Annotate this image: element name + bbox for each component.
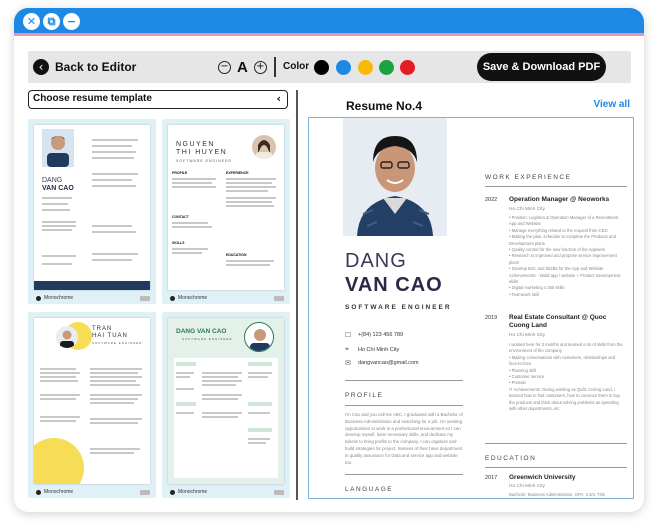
divider-line [485, 443, 627, 444]
divider-line [485, 186, 627, 187]
profile-text: I'm Cao and you call me ABC. I graduated… [345, 412, 463, 465]
back-to-editor-button[interactable]: ‹ Back to Editor [33, 58, 136, 76]
color-swatch-black[interactable] [314, 60, 329, 75]
edu-desc: Bachelor: Business Administration, GPA: … [509, 492, 605, 497]
copy-icon[interactable]: ⧉ [43, 13, 60, 30]
app-window: ✕ ⧉ − ‹ Back to Editor − A + Color Save … [14, 8, 644, 512]
template-footer-2: Monochrome [170, 295, 207, 301]
resume-left-column: DANG VAN CAO SOFTWARE ENGINEER ☐ +(84) 1… [309, 118, 474, 498]
profile-heading: PROFILE [345, 392, 384, 399]
zoom-out-icon[interactable]: − [218, 61, 231, 74]
template-card-2[interactable]: NGUYEN THI HUYEN SOFTWARE ENGINEER PROFI… [162, 119, 290, 304]
template-name-2: VAN CAO [42, 185, 74, 192]
job-title: Operation Manager @ Neoworks [509, 196, 610, 203]
template-footer-3: Monochrome [36, 489, 73, 495]
job-role: SOFTWARE ENGINEER [345, 304, 452, 311]
education-heading: EDUCATION [485, 455, 537, 462]
job-location: Ho Chi Minh City [509, 207, 545, 212]
job-bullets: I worked here for 3 months and learned a… [509, 342, 623, 412]
template-name-1: DANG [42, 177, 63, 184]
minimize-icon[interactable]: − [63, 13, 80, 30]
contact-location: ⌖ Ho Chi Minh City [345, 345, 400, 353]
job-bullets: • Position: Logistics & Operation Manage… [509, 215, 621, 297]
color-swatch-blue[interactable] [336, 60, 351, 75]
color-swatch-green[interactable] [379, 60, 394, 75]
chevron-left-icon[interactable]: ‹ [276, 91, 281, 107]
editor-toolbar: ‹ Back to Editor − A + Color Save & Down… [28, 51, 631, 83]
template-card-4[interactable]: DANG VAN CAO SOFTWARE ENGINEER Monochrom… [162, 312, 290, 498]
color-swatch-red[interactable] [400, 60, 415, 75]
close-icon[interactable]: ✕ [23, 13, 40, 30]
contact-email: ✉ dangvancao@gmail.com [345, 359, 419, 367]
divider-line [345, 380, 463, 381]
template-footer-1: Monochrome [36, 295, 73, 301]
template-card-3[interactable]: TRAN HAI TUAN SOFTWARE ENGINEER Monochro… [28, 312, 156, 498]
phone-icon: ☐ [345, 331, 352, 339]
template-preview-4: DANG VAN CAO SOFTWARE ENGINEER [168, 318, 284, 484]
edu-school: Greenwich University [509, 474, 576, 481]
resume-document: DANG VAN CAO SOFTWARE ENGINEER ☐ +(84) 1… [308, 117, 634, 499]
last-name: VAN CAO [345, 274, 443, 296]
divider-line [485, 467, 627, 468]
edu-year: 2017 [485, 475, 498, 481]
divider-line [345, 405, 463, 406]
choose-template-header[interactable]: Choose resume template ‹ [28, 90, 288, 109]
view-all-link[interactable]: View all [593, 99, 630, 110]
zoom-in-icon[interactable]: + [253, 61, 267, 74]
job-location: Ho Chi Minh City [509, 333, 545, 338]
resume-title: Resume No.4 [346, 99, 423, 113]
divider-line [345, 474, 463, 475]
zoom-controls: − A + [218, 59, 267, 76]
work-experience-heading: WORK EXPERIENCE [485, 174, 572, 181]
profile-photo [343, 118, 447, 236]
template-photo [42, 129, 74, 167]
job-year: 2019 [485, 315, 498, 321]
template-preview-2: NGUYEN THI HUYEN SOFTWARE ENGINEER PROFI… [168, 125, 284, 290]
edu-location: Ho Chi Minh City [509, 484, 545, 489]
title-bar: ✕ ⧉ − [14, 8, 644, 36]
template-card-1[interactable]: DANG VAN CAO Monochrome [28, 119, 156, 304]
job-title: Real Estate Consultant @ Quoc Cuong Land [509, 314, 607, 329]
font-size-icon: A [237, 59, 248, 76]
toolbar-separator [274, 57, 276, 77]
back-label: Back to Editor [55, 60, 137, 74]
template-panel: Choose resume template ‹ DANG VAN CAO Mo… [28, 90, 294, 500]
template-preview-3: TRAN HAI TUAN SOFTWARE ENGINEER [34, 318, 150, 484]
template-footer-4: Monochrome [170, 489, 207, 495]
color-swatch-yellow[interactable] [358, 60, 373, 75]
choose-template-label: Choose resume template [33, 93, 152, 104]
save-download-pdf-button[interactable]: Save & Download PDF [477, 53, 606, 81]
email-icon: ✉ [345, 359, 351, 367]
job-year: 2022 [485, 197, 498, 203]
location-icon: ⌖ [345, 345, 349, 353]
first-name: DANG [345, 250, 407, 272]
resume-preview-panel: Resume No.4 View all DANG VAN CAO SOFTWA… [306, 90, 636, 500]
language-heading: LANGUAGE [345, 486, 394, 493]
contact-phone: ☐ +(84) 123 456 789 [345, 331, 404, 339]
arrow-left-icon: ‹ [33, 59, 49, 75]
color-label: Color [283, 61, 310, 72]
pane-divider [296, 90, 298, 500]
template-preview-1: DANG VAN CAO [34, 125, 150, 290]
